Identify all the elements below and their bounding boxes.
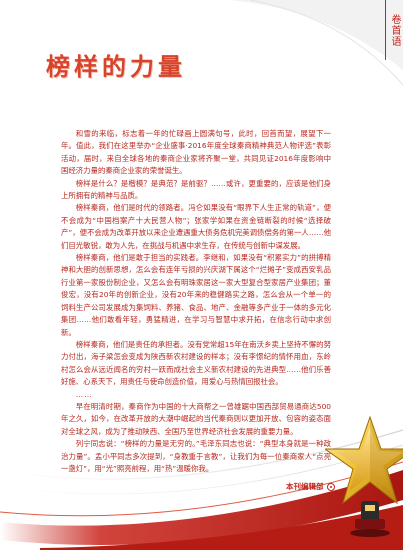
page-title: 榜样的力量 [46, 53, 186, 81]
gold-star-icon [325, 415, 403, 537]
section-tab: 卷首语 [385, 0, 403, 60]
paragraph-pioneers: 榜样秦商，他们是时代的领路者。冯仑如果没有“眼界下人生正常的轨道”，便不会成为“… [61, 203, 331, 250]
paragraph-practitioners: 榜样秦商，他们是敢于担当的实践者。李继和，如果没有“积累实力”的拼搏精神和大胆的… [61, 253, 331, 337]
paragraph-responsibility: 榜样秦商，他们是责任的承担者。没有党常超15年在南沃乡卖上坚持不懈的努力付出，海… [61, 339, 331, 387]
paragraph-history: 早在明清时期，秦商作为中国的十大商帮之一曾雄踞中国西部贸易通商达500年之久，如… [61, 401, 331, 436]
paragraph-question: 榜样是什么？是楷模？是典范？是前驱？……或许，更重要的，应该是他们身上所拥有的精… [61, 178, 331, 201]
article-body: 和雪的来临，标志着一年的忙碌画上圆满句号，此时，回首而望，展望下一年。值此，我们… [61, 128, 331, 475]
paragraph-intro: 和雪的来临，标志着一年的忙碌画上圆满句号，此时，回首而望，展望下一年。值此，我们… [61, 129, 331, 176]
paragraph-ellipsis: …… [75, 389, 93, 399]
section-tab-label: 卷首语 [389, 14, 400, 47]
paragraph-conclusion: 列宁同志说：“榜样的力量是无穷的。”毛泽东同志也说：“典型本身就是一种政治力量”… [61, 439, 331, 473]
signature-text: 本刊编辑部 [286, 482, 324, 491]
